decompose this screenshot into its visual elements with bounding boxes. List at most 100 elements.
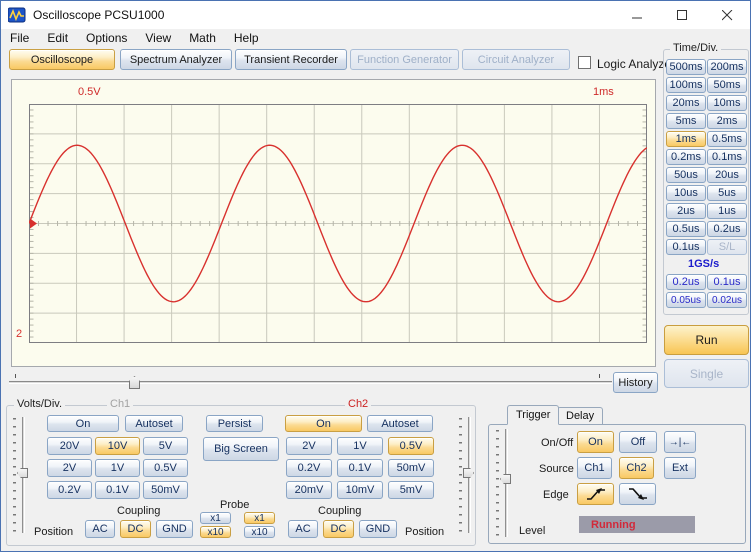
tab-delay[interactable]: Delay bbox=[557, 407, 604, 424]
scrollbar-tick-right bbox=[599, 374, 600, 378]
ch2-coupling-gnd[interactable]: GND bbox=[359, 520, 397, 538]
ch2-50mv[interactable]: 50mV bbox=[388, 459, 434, 477]
ch2-position-thumb[interactable] bbox=[463, 468, 474, 478]
falling-edge-button[interactable] bbox=[619, 483, 656, 505]
ch2-20mv[interactable]: 20mV bbox=[286, 481, 332, 499]
trigger-group: On/Off On Off →|← Source Ch1 Ch2 Ext Edg… bbox=[488, 424, 746, 544]
maximize-icon[interactable] bbox=[660, 1, 705, 29]
timediv-500ms[interactable]: 500ms bbox=[666, 59, 706, 75]
ch2-coupling-ac[interactable]: AC bbox=[288, 520, 318, 538]
ch2-coupling-label: Coupling bbox=[318, 505, 362, 517]
ch1-coupling-ac[interactable]: AC bbox=[85, 520, 115, 538]
ch2-1v[interactable]: 1V bbox=[337, 437, 383, 455]
ch1-0.1v[interactable]: 0.1V bbox=[95, 481, 140, 499]
trigger-level-thumb[interactable] bbox=[500, 474, 511, 484]
ch1-2v[interactable]: 2V bbox=[47, 459, 92, 477]
ch2-probe-x1[interactable]: x1 bbox=[244, 512, 275, 524]
trigger-on-button[interactable]: On bbox=[577, 431, 614, 453]
ch2-0.5v[interactable]: 0.5V bbox=[388, 437, 434, 455]
timediv-2us[interactable]: 2us bbox=[666, 203, 706, 219]
ch1-0.5v[interactable]: 0.5V bbox=[143, 459, 188, 477]
timediv-group: Time/Div. 500ms 200ms 100ms 50ms 20ms 10… bbox=[663, 42, 749, 315]
trigger-source-ext[interactable]: Ext bbox=[664, 457, 696, 479]
ch1-probe-x1[interactable]: x1 bbox=[200, 512, 231, 524]
trigger-level-slider[interactable] bbox=[494, 428, 512, 538]
menu-edit[interactable]: Edit bbox=[38, 29, 77, 48]
timediv-100ms[interactable]: 100ms bbox=[666, 77, 706, 93]
timediv-50us[interactable]: 50us bbox=[666, 167, 706, 183]
ch2-coupling-dc[interactable]: DC bbox=[323, 520, 354, 538]
ch2-2v[interactable]: 2V bbox=[286, 437, 332, 455]
ch2-position-slider[interactable] bbox=[457, 416, 475, 534]
ch1-on-button[interactable]: On bbox=[47, 415, 119, 432]
timediv-20us[interactable]: 20us bbox=[707, 167, 747, 183]
timediv-0.5us[interactable]: 0.5us bbox=[666, 221, 706, 237]
ch1-0.2v[interactable]: 0.2V bbox=[47, 481, 92, 499]
ch1-position-thumb[interactable] bbox=[17, 468, 28, 478]
timediv-5ms[interactable]: 5ms bbox=[666, 113, 706, 129]
timediv-0.1us[interactable]: 0.1us bbox=[666, 239, 706, 255]
ch1-20v[interactable]: 20V bbox=[47, 437, 92, 455]
scope-scrollbar-thumb[interactable] bbox=[129, 376, 140, 389]
timediv-20ms[interactable]: 20ms bbox=[666, 95, 706, 111]
ch1-position-slider[interactable] bbox=[11, 416, 29, 534]
trigger-status-bar: Running bbox=[579, 516, 695, 533]
big-screen-button[interactable]: Big Screen bbox=[203, 437, 279, 461]
timediv-200ms[interactable]: 200ms bbox=[707, 59, 747, 75]
rising-edge-button[interactable] bbox=[577, 483, 614, 505]
ch1-10v[interactable]: 10V bbox=[95, 437, 140, 455]
trigger-source-ch2[interactable]: Ch2 bbox=[619, 457, 654, 479]
ch1-autoset-button[interactable]: Autoset bbox=[125, 415, 183, 432]
menu-help[interactable]: Help bbox=[225, 29, 268, 48]
fast-0.1us[interactable]: 0.1us bbox=[707, 274, 747, 290]
ch2-5mv[interactable]: 5mV bbox=[388, 481, 434, 499]
minimize-icon[interactable] bbox=[615, 1, 660, 29]
ch1-50mv[interactable]: 50mV bbox=[143, 481, 188, 499]
tab-transient-recorder[interactable]: Transient Recorder bbox=[235, 49, 347, 70]
ch2-probe-x10[interactable]: x10 bbox=[244, 526, 275, 538]
ch2-0.2v[interactable]: 0.2V bbox=[286, 459, 332, 477]
ch2-10mv[interactable]: 10mV bbox=[337, 481, 383, 499]
trigger-off-button[interactable]: Off bbox=[619, 431, 657, 453]
trigger-source-ch1[interactable]: Ch1 bbox=[577, 457, 612, 479]
persist-button[interactable]: Persist bbox=[206, 415, 263, 432]
fast-0.2us[interactable]: 0.2us bbox=[666, 274, 706, 290]
ch1-5v[interactable]: 5V bbox=[143, 437, 188, 455]
timediv-10ms[interactable]: 10ms bbox=[707, 95, 747, 111]
ch1-1v[interactable]: 1V bbox=[95, 459, 140, 477]
delay-tab-label: Delay bbox=[566, 410, 595, 422]
ch1-coupling-gnd[interactable]: GND bbox=[156, 520, 193, 538]
ch1-coupling-dc[interactable]: DC bbox=[120, 520, 151, 538]
timediv-0.5ms[interactable]: 0.5ms bbox=[707, 131, 747, 147]
history-button[interactable]: History bbox=[613, 372, 658, 393]
timediv-0.2us[interactable]: 0.2us bbox=[707, 221, 747, 237]
timediv-10us[interactable]: 10us bbox=[666, 185, 706, 201]
ch1-probe-x10[interactable]: x10 bbox=[200, 526, 231, 538]
timediv-5us[interactable]: 5us bbox=[707, 185, 747, 201]
waveform-graticule bbox=[29, 104, 647, 343]
trigger-center-button[interactable]: →|← bbox=[664, 431, 696, 453]
timediv-0.2ms[interactable]: 0.2ms bbox=[666, 149, 706, 165]
menu-view[interactable]: View bbox=[136, 29, 180, 48]
fast-0.02us[interactable]: 0.02us bbox=[707, 292, 747, 308]
app-icon bbox=[8, 7, 26, 23]
tab-spectrum-analyzer[interactable]: Spectrum Analyzer bbox=[120, 49, 232, 70]
menu-math[interactable]: Math bbox=[180, 29, 225, 48]
ch2-0.1v[interactable]: 0.1V bbox=[337, 459, 383, 477]
tab-oscilloscope[interactable]: Oscilloscope bbox=[9, 49, 115, 70]
close-icon[interactable] bbox=[705, 1, 750, 29]
menu-options[interactable]: Options bbox=[77, 29, 136, 48]
run-button[interactable]: Run bbox=[664, 325, 749, 355]
scope-scrollbar[interactable] bbox=[9, 372, 612, 392]
ch2-autoset-button[interactable]: Autoset bbox=[367, 415, 433, 432]
timediv-0.1ms[interactable]: 0.1ms bbox=[707, 149, 747, 165]
timediv-2ms[interactable]: 2ms bbox=[707, 113, 747, 129]
ch2-on-button[interactable]: On bbox=[285, 415, 362, 432]
menu-file[interactable]: File bbox=[1, 29, 38, 48]
timediv-1ms[interactable]: 1ms bbox=[666, 131, 706, 147]
logic-analyzer-checkbox[interactable] bbox=[578, 56, 591, 69]
timediv-1us[interactable]: 1us bbox=[707, 203, 747, 219]
tab-trigger[interactable]: Trigger bbox=[507, 405, 560, 425]
timediv-50ms[interactable]: 50ms bbox=[707, 77, 747, 93]
fast-0.05us[interactable]: 0.05us bbox=[666, 292, 706, 308]
